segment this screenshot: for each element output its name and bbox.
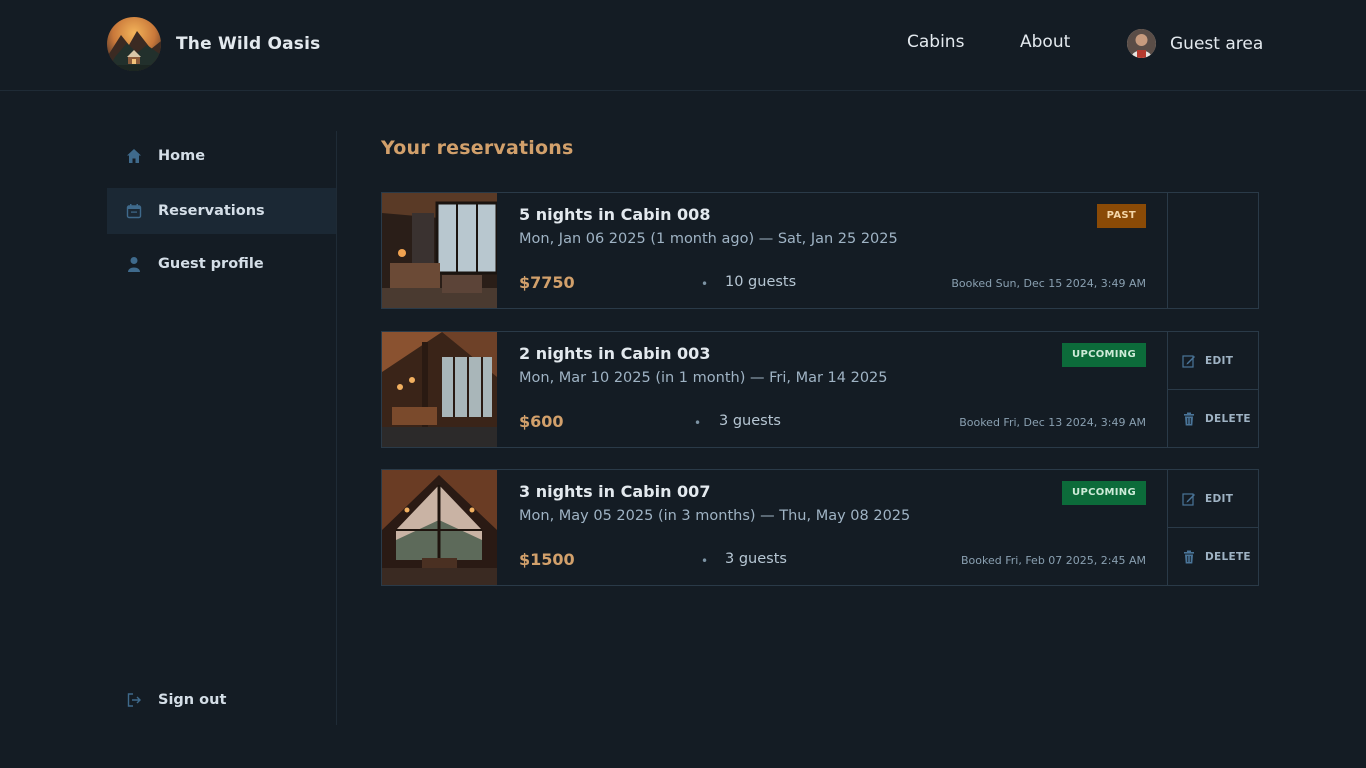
page-title: Your reservations [381, 137, 574, 159]
nav-cabins-link[interactable]: Cabins [907, 32, 964, 52]
status-badge: UPCOMING [1062, 343, 1146, 367]
separator-dot: • [701, 277, 709, 291]
separator-dot: • [701, 554, 709, 568]
user-icon [125, 255, 143, 273]
reservation-actions: EDIT DELETE [1168, 332, 1258, 447]
reservation-details: 5 nights in Cabin 008 Mon, Jan 06 2025 (… [497, 193, 1168, 308]
sidebar-item-reservations[interactable]: Reservations [107, 188, 336, 234]
sidebar-item-home[interactable]: Home [107, 133, 336, 179]
cabin-image [382, 193, 497, 308]
sidebar-item-label: Home [158, 148, 206, 164]
sidebar: Home Reservations Guest profile Sign out [107, 131, 337, 725]
reservation-dates: Mon, Mar 10 2025 (in 1 month) — Fri, Mar… [519, 370, 888, 386]
reservation-guests: 3 guests [725, 551, 787, 567]
sign-out-label: Sign out [158, 692, 227, 708]
reservation-booked-date: Booked Fri, Dec 13 2024, 3:49 AM [959, 416, 1146, 429]
sign-out-button[interactable]: Sign out [107, 677, 336, 723]
reservation-guests: 10 guests [725, 274, 797, 290]
reservation-actions [1168, 193, 1258, 308]
cabin-image [382, 470, 497, 585]
reservation-price: $7750 [519, 273, 575, 292]
trash-icon [1182, 412, 1196, 426]
reservation-dates: Mon, May 05 2025 (in 3 months) — Thu, Ma… [519, 508, 911, 524]
edit-label: EDIT [1205, 354, 1234, 367]
reservation-card: 5 nights in Cabin 008 Mon, Jan 06 2025 (… [381, 192, 1259, 309]
reservation-card: 2 nights in Cabin 003 Mon, Mar 10 2025 (… [381, 331, 1259, 448]
reservation-actions: EDIT DELETE [1168, 470, 1258, 585]
delete-label: DELETE [1205, 550, 1251, 563]
reservation-details: 2 nights in Cabin 003 Mon, Mar 10 2025 (… [497, 332, 1168, 447]
avatar [1127, 29, 1156, 58]
guest-area-label: Guest area [1170, 33, 1264, 54]
reservation-title: 3 nights in Cabin 007 [519, 482, 711, 501]
edit-label: EDIT [1205, 492, 1234, 505]
reservation-details: 3 nights in Cabin 007 Mon, May 05 2025 (… [497, 470, 1168, 585]
home-icon [125, 147, 143, 165]
nav-about-link[interactable]: About [1020, 32, 1070, 52]
reservation-booked-date: Booked Sun, Dec 15 2024, 3:49 AM [951, 277, 1146, 290]
sidebar-item-guest-profile[interactable]: Guest profile [107, 241, 336, 287]
reservation-title: 5 nights in Cabin 008 [519, 205, 711, 224]
reservation-title: 2 nights in Cabin 003 [519, 344, 711, 363]
sign-out-icon [125, 691, 143, 709]
reservation-dates: Mon, Jan 06 2025 (1 month ago) — Sat, Ja… [519, 231, 898, 247]
reservation-guests: 3 guests [719, 413, 781, 429]
edit-button[interactable]: EDIT [1168, 332, 1258, 389]
pencil-icon [1182, 354, 1196, 368]
sidebar-item-label: Guest profile [158, 256, 264, 272]
edit-button[interactable]: EDIT [1168, 470, 1258, 527]
sidebar-item-label: Reservations [158, 203, 265, 219]
trash-icon [1182, 550, 1196, 564]
reservation-price: $1500 [519, 550, 575, 569]
reservation-card: 3 nights in Cabin 007 Mon, May 05 2025 (… [381, 469, 1259, 586]
pencil-icon [1182, 492, 1196, 506]
main-nav: Cabins About Guest area [0, 29, 1366, 58]
cabin-image [382, 332, 497, 447]
delete-button[interactable]: DELETE [1168, 389, 1258, 447]
status-badge: UPCOMING [1062, 481, 1146, 505]
reservation-price: $600 [519, 412, 564, 431]
delete-label: DELETE [1205, 412, 1251, 425]
nav-guest-area-link[interactable]: Guest area [1127, 29, 1263, 58]
reservation-booked-date: Booked Fri, Feb 07 2025, 2:45 AM [961, 554, 1146, 567]
calendar-icon [125, 202, 143, 220]
delete-button[interactable]: DELETE [1168, 527, 1258, 585]
status-badge: PAST [1096, 204, 1146, 228]
separator-dot: • [694, 416, 702, 430]
top-header: The Wild Oasis Cabins About Guest area [0, 0, 1366, 91]
